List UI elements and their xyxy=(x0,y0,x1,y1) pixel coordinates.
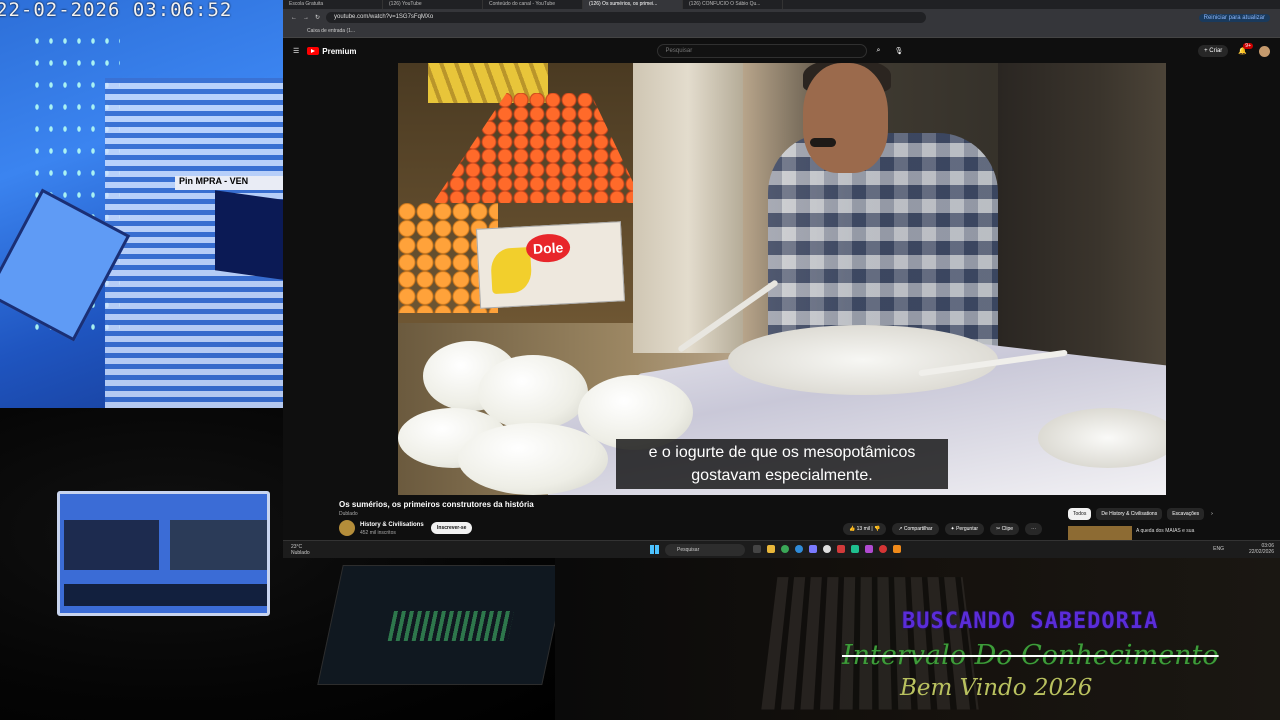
video-title: Os sumérios, os primeiros construtores d… xyxy=(339,500,534,509)
studio-monitor xyxy=(57,491,270,616)
system-clock[interactable]: 03:06 22/02/2026 xyxy=(1249,543,1274,555)
channel-name[interactable]: History & Civilisations xyxy=(360,522,424,528)
chip-channel[interactable]: De History & Civilisations xyxy=(1096,508,1163,520)
subscribe-button[interactable]: Inscrever-se xyxy=(431,522,473,534)
ask-button[interactable]: ✦ Perguntar xyxy=(944,523,985,535)
recommendation-chips: Todos De History & Civilisations Escavaç… xyxy=(1068,508,1215,520)
overlay-title: BUSCANDO SABEDORIA xyxy=(902,609,1159,634)
vlc-icon[interactable] xyxy=(893,545,901,553)
app-icon[interactable] xyxy=(837,545,845,553)
clip-label: Clipe xyxy=(1001,526,1014,532)
dark-panel xyxy=(215,190,283,280)
youtube-logo[interactable]: Premium xyxy=(307,46,357,56)
edge-icon[interactable] xyxy=(795,545,803,553)
youtube-header: ☰ Premium Pesquisar ⌕ 🎙 + Criar 🔔 9+ xyxy=(283,38,1280,64)
browser-window: Escola Gratuita (126) YouTube Conteúdo d… xyxy=(283,0,1280,545)
app-icon[interactable] xyxy=(879,545,887,553)
notification-badge: 9+ xyxy=(1243,43,1253,49)
mixer-board xyxy=(317,565,568,685)
browser-tab-active[interactable]: (126) Os sumérios, os primei... xyxy=(583,0,683,9)
create-label: Criar xyxy=(1209,48,1223,54)
webcam-feed-top: Pin MPRA - VEN 22-02-2026 03:06:52 xyxy=(0,0,283,408)
channel-avatar[interactable] xyxy=(339,520,355,536)
chrome-icon[interactable] xyxy=(781,545,789,553)
overlay-welcome: Bem Vindo 2026 xyxy=(900,675,1093,701)
tab-bar: Escola Gratuita (126) YouTube Conteúdo d… xyxy=(283,0,1280,9)
browser-tab[interactable]: (126) YouTube xyxy=(383,0,483,9)
avatar[interactable] xyxy=(1259,45,1270,57)
overlay-subtitle: Intervalo Do Conhecimento xyxy=(842,640,1219,671)
recommended-thumbnail xyxy=(1068,526,1132,540)
language-indicator[interactable]: ENG xyxy=(1213,546,1224,552)
clock-date: 22/02/2026 xyxy=(1248,549,1274,555)
mixer-meters xyxy=(387,611,514,641)
taskview-icon[interactable] xyxy=(753,545,761,553)
box-logo: Dole xyxy=(525,232,571,264)
shop-sign: Pin MPRA - VEN xyxy=(175,176,283,190)
app-icon[interactable] xyxy=(865,545,873,553)
url-field[interactable]: youtube.com/watch?v=1SG7sFqMXo xyxy=(326,12,927,23)
search-icon[interactable]: ⌕ xyxy=(877,47,881,55)
subtitle-line: gostavam especialmente. xyxy=(691,467,873,484)
weather-condition: Nublado xyxy=(291,550,310,556)
share-button[interactable]: ↗ Compartilhar xyxy=(892,523,939,535)
share-label: Compartilhar xyxy=(903,526,933,532)
app-icon[interactable] xyxy=(851,545,859,553)
chip-all[interactable]: Todos xyxy=(1068,508,1092,520)
update-button[interactable]: Reiniciar para atualizar xyxy=(1198,13,1270,22)
ask-label: Perguntar xyxy=(956,526,979,532)
video-player[interactable]: Dole e o iogurte de que os mesopotâmicos… xyxy=(398,63,1166,495)
folder-icon[interactable] xyxy=(767,545,775,553)
youtube-play-icon xyxy=(307,47,320,55)
store-icon[interactable] xyxy=(809,545,817,553)
back-icon[interactable]: ← xyxy=(291,15,297,21)
taskbar-search[interactable]: Pesquisar xyxy=(665,544,745,556)
cheese xyxy=(458,423,608,495)
yogurt-bowl xyxy=(728,325,998,395)
yogurt-bowl-2 xyxy=(1038,408,1166,468)
video-subtitle: e o iogurte de que os mesopotâmicos gost… xyxy=(616,439,948,489)
channel-subscribers: 452 mil inscritos xyxy=(360,530,396,536)
chevron-right-icon[interactable]: › xyxy=(1209,508,1215,520)
chip-topic[interactable]: Escavações xyxy=(1167,508,1205,520)
taskbar-apps xyxy=(753,545,901,553)
pillar xyxy=(633,63,743,353)
like-button[interactable]: 👍 13 mil | 👎 xyxy=(843,523,887,535)
youtube-logo-text: Premium xyxy=(322,46,357,56)
address-bar: ← → ↻ youtube.com/watch?v=1SG7sFqMXo Rei… xyxy=(283,9,1280,26)
subtitle-line: e o iogurte de que os mesopotâmicos xyxy=(648,444,916,461)
recommended-video[interactable]: A queda dos MAIAS e sua xyxy=(1068,526,1268,540)
clip-button[interactable]: ✂ Clipe xyxy=(990,523,1020,535)
vendor-mustache xyxy=(810,138,836,147)
browser-tab[interactable]: (126) CONFUCIO O Sábio Qu... xyxy=(683,0,783,9)
more-icon[interactable]: ⋯ xyxy=(1025,523,1043,535)
search-input[interactable]: Pesquisar xyxy=(656,44,867,58)
browser-tab[interactable]: Escola Gratuita xyxy=(283,0,383,9)
browser-tab[interactable]: Conteúdo do canal - YouTube xyxy=(483,0,583,9)
like-count: 13 mil xyxy=(856,526,870,532)
dubbed-label: Dublado xyxy=(339,511,358,517)
dislike-icon[interactable]: 👎 xyxy=(874,526,880,532)
recommended-title: A queda dos MAIAS e sua xyxy=(1136,528,1195,534)
fruit-box: Dole xyxy=(476,221,625,309)
weather-widget[interactable]: 23°C Nublado xyxy=(291,544,310,556)
monitor-video-panel xyxy=(64,520,159,570)
vendor-head xyxy=(803,63,888,173)
obs-icon[interactable] xyxy=(823,545,831,553)
menu-icon[interactable]: ☰ xyxy=(293,47,299,55)
monitor-bottom-bar xyxy=(64,584,267,606)
forward-icon[interactable]: → xyxy=(303,15,309,21)
notifications-icon[interactable]: 🔔 9+ xyxy=(1238,43,1253,55)
box-banana xyxy=(490,247,533,295)
start-icon[interactable] xyxy=(650,545,659,554)
create-button[interactable]: + Criar xyxy=(1198,45,1229,57)
bookmarks-bar: Caixa de entrada (1... xyxy=(283,26,1280,38)
windows-taskbar: 23°C Nublado Pesquisar ENG 03:06 22/02/2… xyxy=(283,540,1280,558)
microphone-icon[interactable]: 🎙 xyxy=(894,47,903,55)
reload-icon[interactable]: ↻ xyxy=(315,14,320,21)
monitor-side-panel xyxy=(170,520,267,570)
bookmark-item[interactable]: Caixa de entrada (1... xyxy=(307,28,355,34)
camera-timestamp: 22-02-2026 03:06:52 xyxy=(0,0,233,21)
video-actions: 👍 13 mil | 👎 ↗ Compartilhar ✦ Perguntar … xyxy=(843,523,1043,535)
